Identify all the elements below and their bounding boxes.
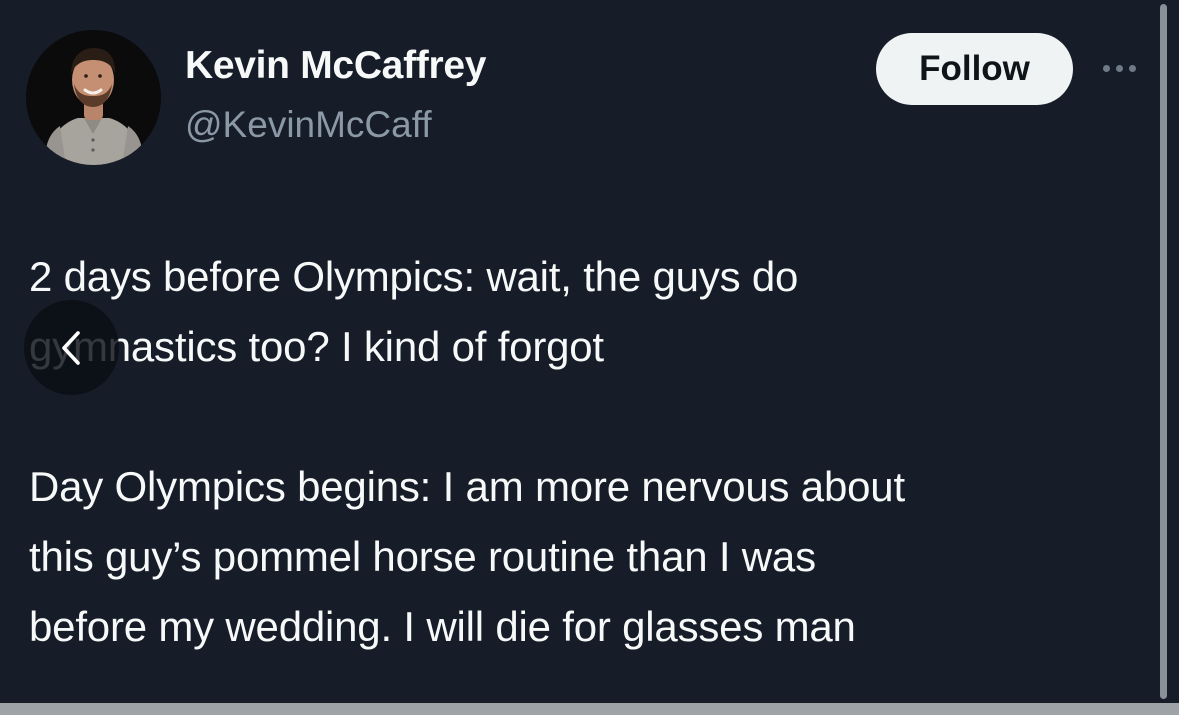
avatar[interactable] (26, 30, 161, 165)
author-display-name[interactable]: Kevin McCaffrey (185, 44, 486, 88)
scrollbar[interactable] (1159, 0, 1169, 703)
tweet-text-line: 2 days before Olympics: wait, the guys d… (29, 253, 799, 300)
tweet-text-line: Day Olympics begins: I am more nervous a… (29, 463, 905, 510)
author-handle[interactable]: @KevinMcCaff (185, 104, 432, 146)
tweet-text-line: gymnastics too? I kind of forgot (29, 323, 604, 370)
more-horizontal-icon[interactable] (1103, 60, 1147, 76)
paragraph-break (29, 382, 1139, 452)
tweet-text-line: before my wedding. I will die for glasse… (29, 603, 856, 650)
bottom-edge-bar (0, 703, 1179, 715)
avatar-photo (26, 30, 161, 165)
chevron-left-icon (61, 330, 80, 365)
more-dot (1129, 64, 1136, 72)
more-dot (1103, 64, 1110, 72)
more-dot (1116, 64, 1123, 72)
follow-button[interactable]: Follow (876, 33, 1073, 105)
tweet-card: Kevin McCaffrey @KevinMcCaff Follow 2 da… (0, 0, 1179, 715)
tweet-text-line: this guy’s pommel horse routine than I w… (29, 533, 816, 580)
tweet-text: 2 days before Olympics: wait, the guys d… (29, 242, 1139, 662)
scrollbar-thumb[interactable] (1160, 4, 1167, 699)
back-button[interactable] (24, 300, 119, 395)
